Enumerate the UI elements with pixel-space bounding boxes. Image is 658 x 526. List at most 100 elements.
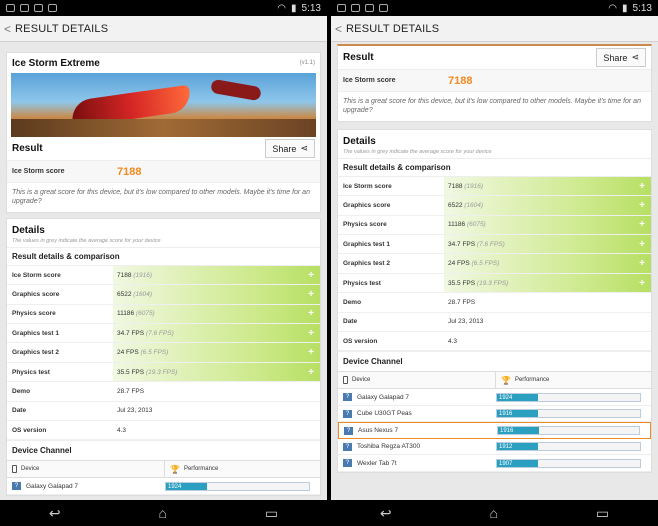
- expand-plus-icon[interactable]: +: [308, 308, 314, 319]
- device-row[interactable]: ? Galaxy Galapad 7 1924: [338, 389, 651, 406]
- device-badge-icon: ?: [12, 482, 21, 491]
- info-row: OS version 4.3: [338, 332, 651, 352]
- performance-bar: 1916: [496, 409, 641, 419]
- details-heading: Details: [12, 224, 45, 236]
- action-bar[interactable]: < RESULT DETAILS: [331, 16, 658, 42]
- expand-plus-icon[interactable]: +: [639, 181, 645, 192]
- detail-rows: Ice Storm score 7188 (1916) + Graphics scor…: [7, 265, 320, 441]
- status-bar: ◠ ▮ 5:13: [331, 0, 658, 16]
- back-icon[interactable]: ↩: [380, 505, 392, 522]
- score-value: 7188: [448, 74, 473, 87]
- screen-title: RESULT DETAILS: [346, 22, 440, 35]
- expand-plus-icon[interactable]: +: [308, 289, 314, 300]
- device-badge-icon: ?: [343, 409, 352, 418]
- wifi-icon: ◠: [277, 2, 287, 14]
- device-list: ? Galaxy Galapad 7 1924? Cube U30GT Peas 191…: [338, 389, 651, 472]
- detail-row[interactable]: Physics score 11186 (6075) +: [338, 215, 651, 236]
- share-button[interactable]: Share ⋖: [265, 139, 315, 158]
- battery-icon: ▮: [622, 2, 628, 14]
- expand-plus-icon[interactable]: +: [308, 367, 314, 378]
- performance-bar: 1924: [496, 392, 641, 402]
- score-row: Ice Storm score 7188: [7, 161, 320, 183]
- device-badge-icon: ?: [344, 426, 353, 435]
- score-value: 7188: [117, 165, 142, 178]
- device-row[interactable]: ? Wexler Tab 7t 1907: [338, 455, 651, 472]
- action-bar[interactable]: < RESULT DETAILS: [0, 16, 327, 42]
- detail-row[interactable]: Physics score 11186 (6075) +: [7, 304, 320, 325]
- score-comment: This is a great score for this device, b…: [343, 98, 641, 115]
- scroll-content[interactable]: Result Share ⋖ Ice Storm score 7188 This…: [331, 44, 658, 500]
- info-row: Date Jul 23, 2013: [7, 402, 320, 421]
- nav-bar: ↩ ⌂ ▭: [331, 500, 658, 526]
- notification-icon: [6, 4, 15, 12]
- detail-row[interactable]: Ice Storm score 7188 (1916) +: [338, 176, 651, 197]
- device-row[interactable]: ? Cube U30GT Peas 1916: [338, 406, 651, 423]
- wifi-icon: ◠: [608, 2, 618, 14]
- device-badge-icon: ?: [343, 393, 352, 402]
- test-banner-image: [11, 73, 316, 137]
- device-row[interactable]: ? Toshiba Regza AT300 1912: [338, 439, 651, 456]
- detail-row[interactable]: Graphics test 2 24 FPS (6.5 FPS) +: [338, 254, 651, 274]
- detail-row[interactable]: Graphics test 1 34.7 FPS (7.6 FPS) +: [7, 324, 320, 344]
- back-chevron-icon[interactable]: <: [335, 22, 342, 36]
- detail-row[interactable]: Ice Storm score 7188 (1916) +: [7, 265, 320, 286]
- details-card: Details The values in grey indicate the …: [337, 128, 652, 473]
- device-row[interactable]: ? Galaxy Galapad 7 1924: [7, 478, 320, 495]
- performance-bar: 1924: [165, 481, 310, 491]
- terrain-graphic: [11, 119, 316, 137]
- trophy-icon: 🏆: [170, 464, 180, 474]
- performance-bar: 1916: [497, 426, 640, 436]
- test-card: Ice Storm Extreme (v1.1) Result Share ⋖: [6, 52, 321, 213]
- test-version: (v1.1): [299, 60, 315, 66]
- detail-row[interactable]: Physics test 35.5 FPS (19.3 FPS) +: [7, 362, 320, 383]
- expand-plus-icon[interactable]: +: [308, 328, 314, 339]
- device-badge-icon: ?: [343, 442, 352, 451]
- result-heading: Result: [12, 143, 43, 154]
- performance-bar: 1907: [496, 458, 641, 468]
- home-icon[interactable]: ⌂: [159, 505, 167, 521]
- notification-icon: [48, 4, 57, 12]
- score-comment: This is a great score for this device, b…: [12, 189, 310, 206]
- result-heading: Result: [343, 52, 374, 63]
- notification-icon: [337, 4, 346, 12]
- details-subtitle: The values in grey indicate the average …: [12, 237, 161, 244]
- detail-row[interactable]: Graphics test 2 24 FPS (6.5 FPS) +: [7, 343, 320, 363]
- expand-plus-icon[interactable]: +: [639, 200, 645, 211]
- notification-icon: [20, 4, 29, 12]
- score-row: Ice Storm score 7188: [338, 70, 651, 92]
- recent-apps-icon[interactable]: ▭: [265, 505, 278, 522]
- device-table-header: Device 🏆 Performance: [338, 371, 651, 390]
- recent-apps-icon[interactable]: ▭: [596, 505, 609, 522]
- detail-row[interactable]: Graphics score 6522 (1604) +: [338, 196, 651, 216]
- device-channel-heading: Device Channel: [338, 351, 651, 371]
- notification-icon: [379, 4, 388, 12]
- share-icon: ⋖: [631, 52, 639, 62]
- trophy-icon: 🏆: [501, 375, 511, 385]
- nav-bar: ↩ ⌂ ▭: [0, 500, 327, 526]
- device-row[interactable]: ? Asus Nexus 7 1916: [338, 422, 651, 439]
- details-heading: Details: [343, 135, 376, 147]
- expand-plus-icon[interactable]: +: [639, 278, 645, 289]
- detail-row[interactable]: Graphics test 1 34.7 FPS (7.6 FPS) +: [338, 235, 651, 255]
- detail-row[interactable]: Graphics score 6522 (1604) +: [7, 285, 320, 305]
- detail-row[interactable]: Physics test 35.5 FPS (19.3 FPS) +: [338, 273, 651, 294]
- expand-plus-icon[interactable]: +: [308, 347, 314, 358]
- right-screen: ◠ ▮ 5:13 < RESULT DETAILS Result Share ⋖…: [331, 0, 658, 526]
- expand-plus-icon[interactable]: +: [639, 239, 645, 250]
- device-channel-heading: Device Channel: [7, 440, 320, 460]
- expand-plus-icon[interactable]: +: [308, 270, 314, 281]
- details-card: Details The values in grey indicate the …: [6, 217, 321, 496]
- scroll-content[interactable]: Ice Storm Extreme (v1.1) Result Share ⋖: [0, 52, 327, 500]
- phone-icon: [12, 465, 17, 474]
- performance-bar: 1912: [496, 442, 641, 452]
- home-icon[interactable]: ⌂: [490, 505, 498, 521]
- share-button[interactable]: Share ⋖: [596, 48, 646, 67]
- screen-title: RESULT DETAILS: [15, 22, 109, 35]
- notification-icon: [365, 4, 374, 12]
- info-row: OS version 4.3: [7, 421, 320, 441]
- info-row: Demo 28.7 FPS: [338, 293, 651, 313]
- back-icon[interactable]: ↩: [49, 505, 61, 522]
- expand-plus-icon[interactable]: +: [639, 258, 645, 269]
- expand-plus-icon[interactable]: +: [639, 219, 645, 230]
- back-chevron-icon[interactable]: <: [4, 22, 11, 36]
